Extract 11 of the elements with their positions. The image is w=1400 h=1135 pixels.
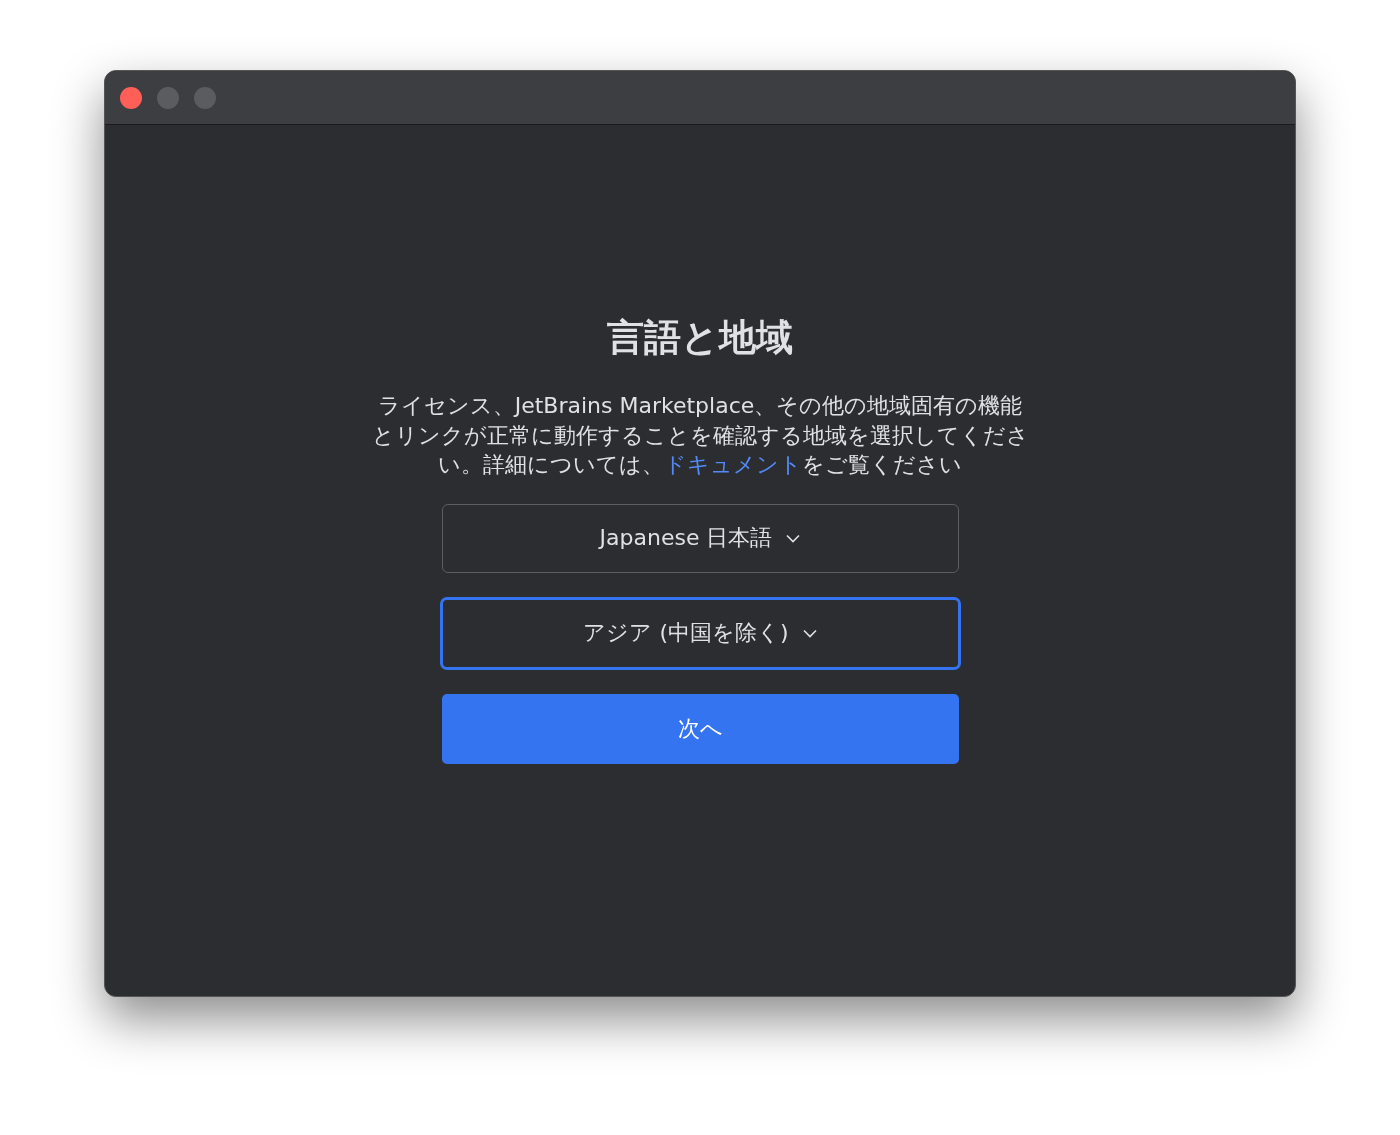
chevron-down-icon — [802, 628, 817, 638]
chevron-down-icon — [786, 533, 801, 543]
next-button[interactable]: 次へ — [441, 693, 959, 764]
minimize-window-button[interactable] — [157, 86, 179, 109]
dropdown[interactable]: Japanese 日本語 — [441, 503, 959, 573]
page-title: 言語と地域 — [607, 315, 793, 361]
description-text: ライセンス、JetBrains Marketplace、その他の地域固有の機能とリンクが正常に動作することを確認する地域を選択してください。詳細については、ドキュメント をご覧ください — [370, 392, 1030, 479]
dropdown[interactable]: アジア (中国を除く) — [439, 596, 961, 670]
zoom-window-button[interactable] — [194, 86, 216, 109]
close-window-button[interactable] — [120, 86, 142, 109]
documentation-link[interactable]: ドキュメント — [664, 452, 802, 477]
